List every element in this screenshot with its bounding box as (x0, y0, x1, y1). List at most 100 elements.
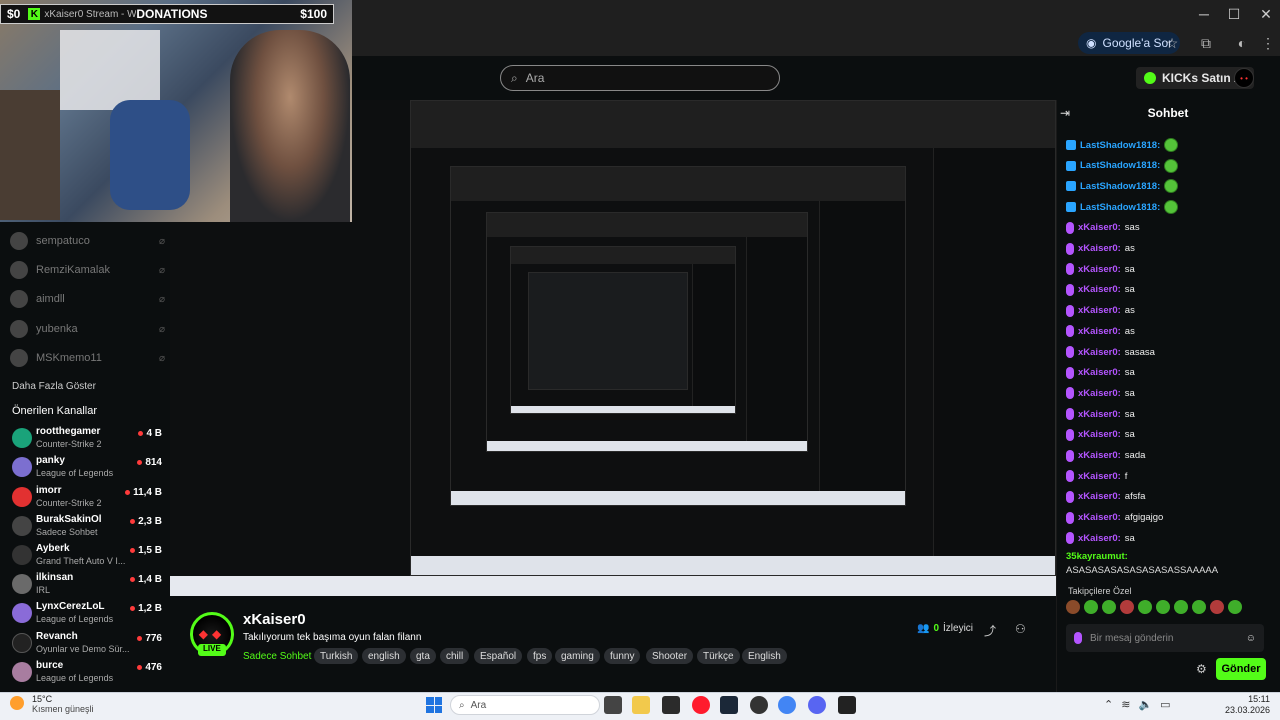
chat-message: xKaiser0: as (1066, 240, 1135, 258)
sidebar-followed-item[interactable]: yubenka ⌀ (10, 318, 165, 340)
chat-username[interactable]: xKaiser0: (1078, 450, 1121, 461)
chat-username[interactable]: xKaiser0: (1078, 284, 1121, 295)
chat-username[interactable]: xKaiser0: (1078, 367, 1121, 378)
chat-username[interactable]: xKaiser0: (1078, 222, 1121, 233)
weather-widget[interactable]: 15°C Kısmen güneşli (10, 694, 120, 718)
chevron-up-icon[interactable]: ⌃ (1104, 698, 1113, 711)
recommended-channel[interactable]: panky League of Legends 814 (12, 455, 162, 483)
stream-tag[interactable]: English (742, 648, 787, 664)
chat-settings-gear-icon[interactable]: ⚙ (1196, 662, 1207, 676)
highlight-user[interactable]: 35kayraumut: (1066, 551, 1128, 562)
followed-channel-name: RemziKamalak (36, 264, 110, 276)
stream-category-link[interactable]: Sadece Sohbet (243, 651, 311, 662)
steam-icon[interactable] (720, 696, 738, 714)
recommended-channel[interactable]: LynxCerezLoL League of Legends 1,2 B (12, 601, 162, 629)
stream-tag[interactable]: Türkçe (697, 648, 740, 664)
recommended-channel[interactable]: imorr Counter-Strike 2 11,4 B (12, 485, 162, 513)
emote-icon[interactable] (1066, 600, 1080, 614)
chat-username[interactable]: xKaiser0: (1078, 347, 1121, 358)
emote-icon[interactable] (1138, 600, 1152, 614)
stream-tag[interactable]: Español (474, 648, 523, 664)
recommended-channel[interactable]: Revanch Oyunlar ve Demo Sür... 776 (12, 631, 162, 659)
emote-icon[interactable] (1102, 600, 1116, 614)
avatar (12, 428, 32, 448)
sidebar-followed-item[interactable]: sempatuco ⌀ (10, 230, 165, 252)
taskbar-search[interactable]: ⌕ Ara (450, 695, 600, 715)
stream-tag[interactable]: Shooter (646, 648, 694, 664)
recommended-channel[interactable]: burce League of Legends 476 (12, 660, 162, 688)
chat-username[interactable]: xKaiser0: (1078, 264, 1121, 275)
emote-icon[interactable] (1084, 600, 1098, 614)
close-window-button[interactable]: ✕ (1248, 0, 1280, 28)
chat-message: xKaiser0: f (1066, 467, 1127, 485)
stream-tag[interactable]: fps (527, 648, 553, 664)
maximize-button[interactable]: ☐ (1216, 0, 1252, 28)
chat-username[interactable]: xKaiser0: (1078, 471, 1121, 482)
sidebar-followed-item[interactable]: MSKmemo11 ⌀ (10, 347, 165, 369)
stream-tag[interactable]: chill (440, 648, 470, 664)
app-icon[interactable] (662, 696, 680, 714)
discord-icon[interactable] (808, 696, 826, 714)
sidebar-followed-item[interactable]: RemziKamalak ⌀ (10, 259, 165, 281)
extensions-icon[interactable]: ⧉ (1196, 33, 1216, 53)
share-icon[interactable]: ⤴ (984, 622, 996, 639)
emote-icon[interactable] (1210, 600, 1224, 614)
stream-tag[interactable]: gaming (555, 648, 600, 664)
task-view-icon[interactable] (604, 696, 622, 714)
stream-tag[interactable]: Turkish (314, 648, 359, 664)
chrome-icon[interactable] (778, 696, 796, 714)
emoji-icon[interactable]: ☺ (1246, 633, 1256, 644)
send-button[interactable]: Gönder (1216, 658, 1266, 680)
chat-username[interactable]: xKaiser0: (1078, 305, 1121, 316)
stream-tag[interactable]: funny (604, 648, 641, 664)
chat-username[interactable]: LastShadow1818: (1080, 202, 1160, 213)
moderator-badge-icon (1066, 202, 1076, 213)
chat-username[interactable]: LastShadow1818: (1080, 181, 1160, 192)
chat-message: xKaiser0: sa (1066, 529, 1135, 547)
emote-icon[interactable] (1156, 600, 1170, 614)
recommended-channel[interactable]: BurakSakinOl Sadece Sohbet 2,3 B (12, 514, 162, 542)
chat-username[interactable]: xKaiser0: (1078, 243, 1121, 254)
sidebar-followed-item[interactable]: aimdll ⌀ (10, 288, 165, 310)
emote-icon[interactable] (1192, 600, 1206, 614)
emote-icon[interactable] (1174, 600, 1188, 614)
streamer-name[interactable]: xKaiser0 (243, 611, 306, 628)
app-icon[interactable] (838, 696, 856, 714)
follow-user-icon[interactable]: ⚇ (1015, 622, 1026, 636)
chat-username[interactable]: xKaiser0: (1078, 388, 1121, 399)
app-icon[interactable] (750, 696, 768, 714)
recommended-channel[interactable]: Ayberk Grand Theft Auto V I... 1,5 B (12, 543, 162, 571)
chat-username[interactable]: xKaiser0: (1078, 533, 1121, 544)
wifi-icon[interactable]: ≋ (1121, 698, 1130, 711)
chat-username[interactable]: xKaiser0: (1078, 409, 1121, 420)
chat-username[interactable]: xKaiser0: (1078, 491, 1121, 502)
channel-name: rootthegamer (36, 426, 101, 437)
chat-username[interactable]: xKaiser0: (1078, 429, 1121, 440)
chat-username[interactable]: xKaiser0: (1078, 512, 1121, 523)
user-avatar[interactable]: • • (1234, 68, 1254, 88)
stream-tag[interactable]: gta (410, 648, 436, 664)
recommended-channel[interactable]: ilkinsan IRL 1,4 B (12, 572, 162, 600)
bookmark-star-icon[interactable]: ☆ (1162, 33, 1182, 53)
chat-username[interactable]: LastShadow1818: (1080, 140, 1160, 151)
menu-kebab-icon[interactable]: ⋮ (1258, 33, 1278, 53)
show-more-link[interactable]: Daha Fazla Göster (12, 381, 96, 392)
battery-icon[interactable]: ▭ (1160, 698, 1170, 711)
search-input[interactable]: ⌕ Ara (500, 65, 780, 91)
stream-tag[interactable]: english (362, 648, 406, 664)
opera-icon[interactable] (692, 696, 710, 714)
chat-username[interactable]: xKaiser0: (1078, 326, 1121, 337)
emote-icon[interactable] (1228, 600, 1242, 614)
file-explorer-icon[interactable] (632, 696, 650, 714)
profile-icon[interactable]: ◐ (1232, 33, 1252, 53)
recommended-channel[interactable]: rootthegamer Counter-Strike 2 4 B (12, 426, 162, 454)
mic-badge-icon (1066, 511, 1074, 524)
volume-icon[interactable]: 🔈 (1138, 698, 1152, 711)
windows-start-icon[interactable] (426, 697, 442, 713)
emote-icon[interactable] (1120, 600, 1134, 614)
chat-username[interactable]: LastShadow1818: (1080, 160, 1160, 171)
avatar (10, 232, 28, 250)
chat-input[interactable]: Bir mesaj gönderin ☺ (1066, 624, 1264, 652)
chat-text: as (1124, 305, 1135, 317)
taskbar-clock[interactable]: 15:11 23.03.2026 (1216, 694, 1270, 716)
